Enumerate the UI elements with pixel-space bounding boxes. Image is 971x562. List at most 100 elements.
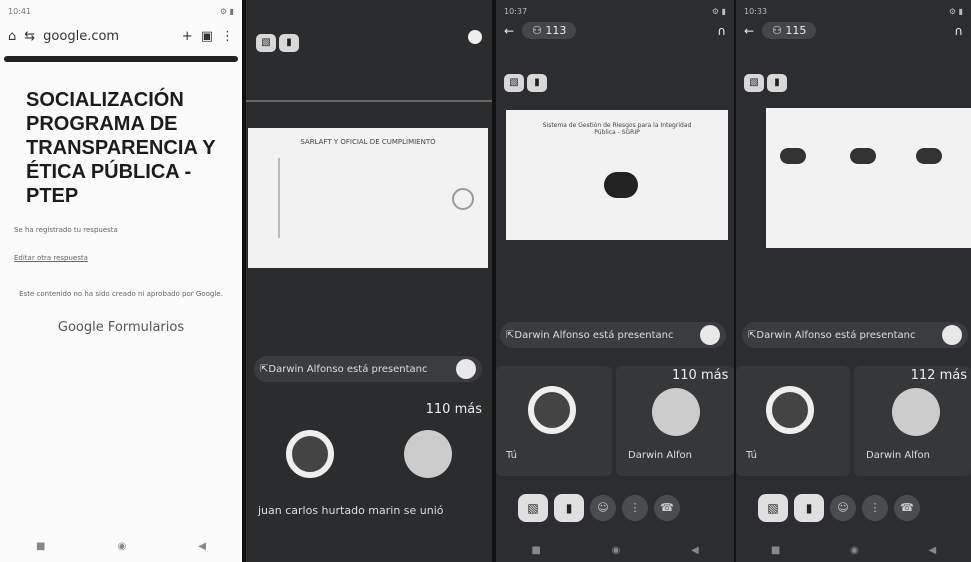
tile-self[interactable]: Tú bbox=[496, 366, 612, 476]
site-info-icon[interactable]: ⇆ bbox=[24, 29, 35, 44]
participants-count[interactable]: ⚇ 113 bbox=[522, 22, 577, 39]
emoji-button[interactable]: ☺ bbox=[590, 495, 616, 521]
more-participants-3[interactable]: 112 más bbox=[911, 368, 967, 383]
form-title: SOCIALIZACIÓN PROGRAMA DE TRANSPARENCIA … bbox=[26, 89, 216, 207]
presentation-icon: ⇱ bbox=[506, 329, 515, 341]
meet-screen-1: ▧ ▮ SARLAFT Y OFICIAL DE CUMPLIMIENTO ⇱ D… bbox=[246, 0, 492, 562]
slide-icon bbox=[452, 188, 474, 210]
join-notice: juan carlos hurtado marin se unió bbox=[258, 504, 444, 517]
slide-content bbox=[278, 158, 398, 238]
home-icon[interactable]: ⌂ bbox=[8, 29, 16, 44]
people-icon: ⚇ bbox=[532, 24, 546, 37]
tile-self-name-3: Tú bbox=[746, 450, 757, 461]
url-text[interactable]: google.com bbox=[43, 29, 174, 44]
avatar-self bbox=[286, 430, 334, 478]
home-nav-icon[interactable]: ◉ bbox=[118, 541, 127, 552]
tabs-icon[interactable]: ▣ bbox=[201, 29, 213, 44]
avatar-presenter bbox=[652, 388, 700, 436]
status-icons-2: ⚙ ▮ bbox=[711, 6, 726, 16]
more-options-button[interactable]: ⋮ bbox=[862, 495, 888, 521]
camera-off-icon[interactable]: ▧ bbox=[256, 34, 276, 52]
back-arrow-icon[interactable]: ← bbox=[504, 24, 514, 38]
top-controls-2: ▧ ▮ bbox=[504, 70, 550, 92]
presentation-icon: ⇱ bbox=[260, 363, 269, 375]
status-time-2: 10:37 bbox=[504, 6, 528, 16]
home-nav-icon[interactable]: ◉ bbox=[612, 545, 621, 556]
mic-toggle-button[interactable]: ▮ bbox=[794, 494, 824, 522]
headphones-icon[interactable]: ∩ bbox=[717, 24, 726, 38]
back-icon[interactable]: ◀ bbox=[198, 541, 206, 552]
avatar-self-3 bbox=[766, 386, 814, 434]
back-arrow-icon[interactable]: ← bbox=[744, 24, 754, 38]
slide-diagram bbox=[604, 172, 638, 198]
mic-icon[interactable]: ▮ bbox=[279, 34, 299, 52]
camera-toggle-button[interactable]: ▧ bbox=[518, 494, 548, 522]
back-icon[interactable]: ◀ bbox=[928, 545, 936, 556]
recents-icon[interactable]: ■ bbox=[531, 545, 540, 556]
browser-url-bar[interactable]: ⌂ ⇆ google.com + ▣ ⋮ bbox=[0, 22, 242, 50]
hang-up-button[interactable]: ☎ bbox=[654, 495, 680, 521]
presentation-menu-icon[interactable] bbox=[700, 325, 720, 345]
slide-title-2: Sistema de Gestión de Riesgos para la In… bbox=[542, 122, 692, 136]
tile-presenter-3[interactable]: 112 más Darwin Alfon bbox=[854, 366, 971, 476]
avatar-participant bbox=[404, 430, 452, 478]
more-options-button[interactable]: ⋮ bbox=[622, 495, 648, 521]
hang-up-button[interactable]: ☎ bbox=[894, 495, 920, 521]
form-disclaimer: Este contenido no ha sido creado ni apro… bbox=[19, 290, 223, 298]
top-controls-3: ▧ ▮ bbox=[744, 70, 790, 92]
google-form-screen: 10:41 ⚙ ▮ ⌂ ⇆ google.com + ▣ ⋮ SOCIALIZA… bbox=[0, 0, 242, 562]
slide-title: SARLAFT Y OFICIAL DE CUMPLIMIENTO bbox=[300, 138, 436, 146]
presenting-banner[interactable]: ⇱ Darwin Alfonso está presentanc bbox=[254, 356, 482, 382]
tile-self-name: Tú bbox=[506, 450, 517, 461]
slide-figure-1 bbox=[780, 148, 806, 164]
tile-presenter-name: Darwin Alfon bbox=[628, 450, 693, 461]
presenting-banner-3[interactable]: ⇱ Darwin Alfonso está presentanc bbox=[742, 322, 968, 348]
meet-topbar: ← ⚇ 113 ∩ bbox=[504, 22, 726, 39]
tile-presenter[interactable]: 110 más Darwin Alfon bbox=[616, 366, 734, 476]
presentation-icon: ⇱ bbox=[748, 329, 757, 341]
response-registered: Se ha registrado tu respuesta bbox=[14, 226, 118, 234]
android-nav-bar-3: ■ ◉ ◀ bbox=[736, 545, 971, 556]
new-tab-icon[interactable]: + bbox=[182, 29, 193, 44]
call-controls: ▧ ▮ ☺ ⋮ ☎ bbox=[518, 494, 680, 522]
status-icons-3: ⚙ ▮ bbox=[948, 6, 963, 16]
presenting-text-3: Darwin Alfonso está presentanc bbox=[756, 329, 916, 341]
presentation-menu-icon[interactable] bbox=[456, 359, 476, 379]
slide-figure-3 bbox=[916, 148, 942, 164]
emoji-button[interactable]: ☺ bbox=[830, 495, 856, 521]
participants-value-2: 115 bbox=[785, 24, 807, 37]
slide-figure-2 bbox=[850, 148, 876, 164]
mic-toggle-button[interactable]: ▮ bbox=[554, 494, 584, 522]
status-bar-2: 10:37 ⚙ ▮ bbox=[496, 0, 734, 22]
menu-icon[interactable]: ⋮ bbox=[221, 29, 234, 44]
back-icon[interactable]: ◀ bbox=[691, 545, 699, 556]
google-forms-logo: Google Formularios bbox=[0, 320, 242, 335]
presenting-banner-2[interactable]: ⇱ Darwin Alfonso está presentanc bbox=[500, 322, 726, 348]
android-nav-bar: ■ ◉ ◀ bbox=[0, 541, 242, 552]
edit-response-link[interactable]: Editar otra respuesta bbox=[0, 254, 242, 262]
divider bbox=[246, 100, 492, 102]
home-nav-icon[interactable]: ◉ bbox=[850, 545, 859, 556]
camera-off-icon[interactable]: ▧ bbox=[504, 74, 524, 92]
recents-icon[interactable]: ■ bbox=[771, 545, 780, 556]
status-time-3: 10:33 bbox=[744, 6, 768, 16]
brand-google: Google bbox=[57, 320, 104, 335]
shared-slide: SARLAFT Y OFICIAL DE CUMPLIMIENTO bbox=[248, 128, 488, 268]
mic-icon[interactable]: ▮ bbox=[767, 74, 787, 92]
tile-self-3[interactable]: Tú bbox=[736, 366, 850, 476]
more-participants[interactable]: 110 más bbox=[426, 402, 482, 417]
participants-count-2[interactable]: ⚇ 115 bbox=[762, 22, 817, 39]
camera-toggle-button[interactable]: ▧ bbox=[758, 494, 788, 522]
participants-value: 113 bbox=[545, 24, 567, 37]
status-icons: ⚙ ▮ bbox=[219, 6, 234, 16]
record-icon[interactable] bbox=[468, 30, 482, 44]
more-participants-2[interactable]: 110 más bbox=[672, 368, 728, 383]
android-nav-bar-2: ■ ◉ ◀ bbox=[496, 545, 734, 556]
camera-off-icon[interactable]: ▧ bbox=[744, 74, 764, 92]
mic-icon[interactable]: ▮ bbox=[527, 74, 547, 92]
shared-slide-3 bbox=[766, 108, 971, 248]
presentation-menu-icon[interactable] bbox=[942, 325, 962, 345]
headphones-icon[interactable]: ∩ bbox=[954, 24, 963, 38]
recents-icon[interactable]: ■ bbox=[36, 541, 45, 552]
brand-forms: Formularios bbox=[107, 320, 185, 335]
